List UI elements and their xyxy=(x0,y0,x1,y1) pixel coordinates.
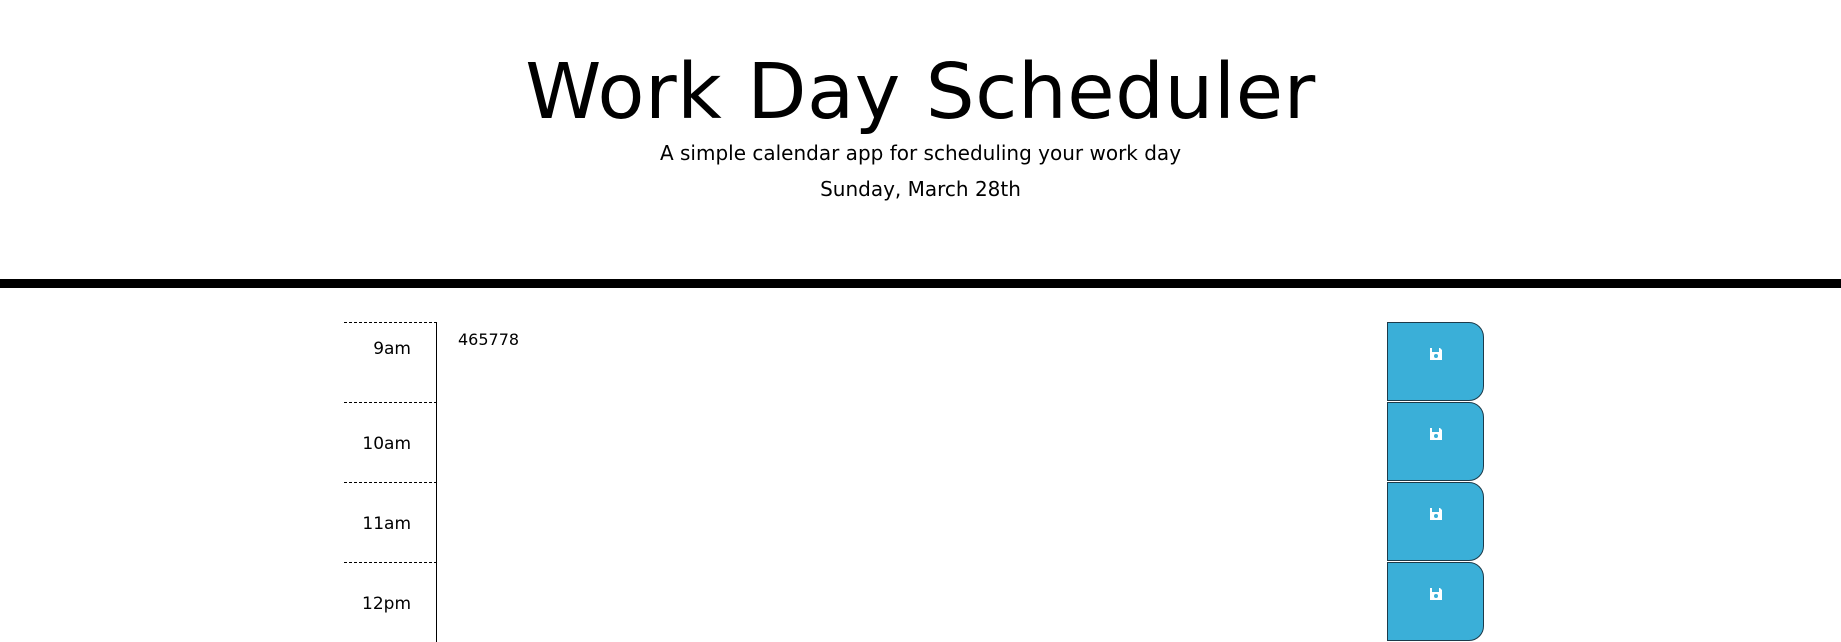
description-input[interactable] xyxy=(438,562,1331,642)
page-subtitle: A simple calendar app for scheduling you… xyxy=(659,141,1182,165)
save-button[interactable] xyxy=(1387,482,1484,561)
save-icon xyxy=(1429,348,1442,360)
hour-text: 10am xyxy=(362,434,411,454)
schedule-container: 9am 10am 11am xyxy=(344,322,1484,642)
hour-text: 12pm xyxy=(362,594,411,614)
save-button[interactable] xyxy=(1387,562,1484,641)
save-button[interactable] xyxy=(1387,322,1484,401)
hour-label: 10am xyxy=(344,402,437,482)
hour-label: 11am xyxy=(344,482,437,562)
hour-text: 9am xyxy=(373,339,411,359)
page-title: Work Day Scheduler xyxy=(525,48,1316,137)
description-input[interactable] xyxy=(438,402,1331,482)
header: Work Day Scheduler A simple calendar app… xyxy=(0,0,1841,288)
time-block-11am: 11am xyxy=(344,482,1484,562)
save-button[interactable] xyxy=(1387,402,1484,481)
current-day: Sunday, March 28th xyxy=(820,177,1021,201)
hour-text: 11am xyxy=(362,514,411,534)
time-block-9am: 9am xyxy=(344,322,1484,402)
hour-label: 12pm xyxy=(344,562,437,642)
save-icon xyxy=(1429,588,1442,600)
save-icon xyxy=(1429,508,1442,520)
time-block-10am: 10am xyxy=(344,402,1484,482)
save-icon xyxy=(1429,428,1442,440)
description-input[interactable] xyxy=(438,322,1331,402)
time-block-12pm: 12pm xyxy=(344,562,1484,642)
hour-label: 9am xyxy=(344,322,437,402)
description-input[interactable] xyxy=(438,482,1331,562)
